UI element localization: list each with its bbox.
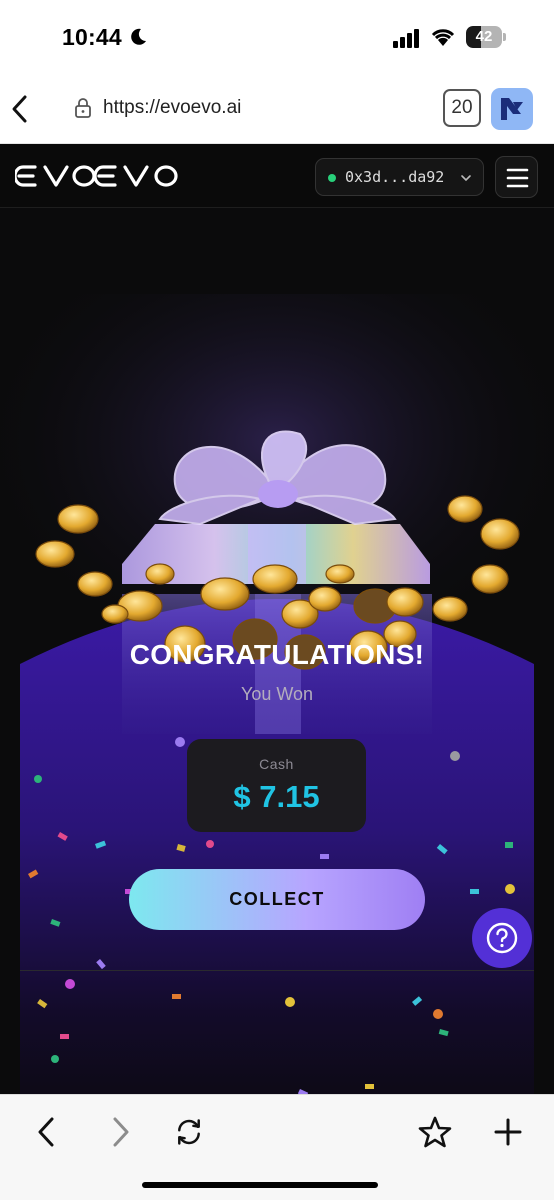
wallet-button[interactable]: 0x3d...da92 bbox=[315, 158, 484, 196]
plus-icon[interactable] bbox=[493, 1115, 523, 1149]
star-icon[interactable] bbox=[418, 1115, 452, 1149]
menu-button[interactable] bbox=[495, 156, 538, 198]
collect-button[interactable]: COLLECT bbox=[129, 869, 425, 930]
evoevo-logo[interactable] bbox=[15, 164, 181, 188]
status-bar: 10:44 42 bbox=[0, 0, 554, 74]
app-header: 0x3d...da92 bbox=[0, 144, 554, 208]
signal-icon bbox=[393, 29, 419, 48]
question-icon bbox=[486, 922, 518, 954]
lock-icon bbox=[75, 98, 91, 118]
browser-toolbar bbox=[0, 1094, 554, 1200]
wifi-icon bbox=[431, 29, 455, 46]
you-won-subtitle: You Won bbox=[240, 684, 314, 704]
prize-value: $ 7.15 bbox=[233, 779, 320, 814]
home-indicator bbox=[142, 1182, 378, 1188]
back-icon[interactable] bbox=[8, 92, 34, 126]
wallet-status-dot bbox=[328, 174, 336, 182]
url-field[interactable]: https://evoevo.ai bbox=[103, 97, 241, 119]
forward-icon[interactable] bbox=[105, 1115, 135, 1149]
wallet-address: 0x3d...da92 bbox=[345, 168, 445, 186]
prize-label: Cash bbox=[259, 756, 294, 772]
back-icon[interactable] bbox=[32, 1115, 62, 1149]
extension-icon bbox=[501, 98, 523, 120]
chevron-down-icon bbox=[461, 175, 471, 182]
help-button[interactable] bbox=[472, 908, 532, 968]
prize-box: Cash $ 7.15 bbox=[187, 739, 366, 832]
browser-address-bar: https://evoevo.ai 20 bbox=[0, 74, 554, 144]
battery-icon: 42 bbox=[466, 26, 506, 48]
moon-icon bbox=[131, 28, 146, 45]
reload-icon[interactable] bbox=[174, 1115, 204, 1149]
battery-level: 42 bbox=[475, 28, 493, 45]
extension-button[interactable] bbox=[491, 88, 533, 130]
congratulations-title: CONGRATULATIONS! bbox=[129, 639, 425, 670]
status-time: 10:44 bbox=[62, 24, 122, 50]
menu-icon bbox=[506, 168, 529, 188]
app-viewport: 0x3d...da92 CONGRATULATIONS! You Won Cas… bbox=[0, 144, 554, 1094]
tab-count-button[interactable]: 20 bbox=[443, 89, 481, 127]
